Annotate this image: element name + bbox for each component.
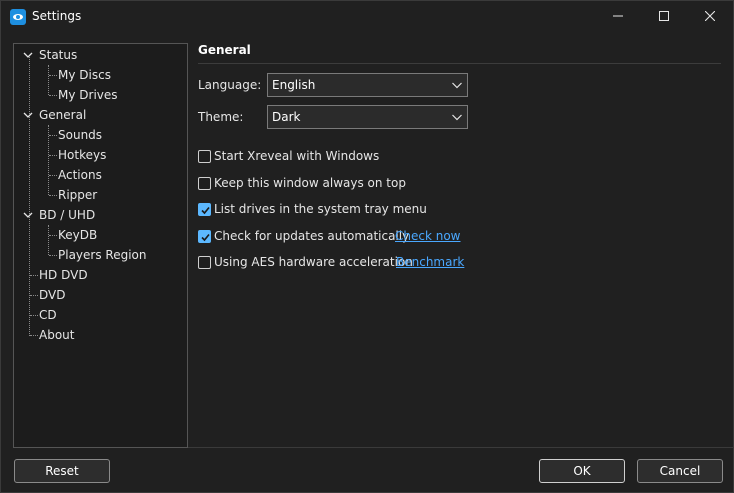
tree-item-about[interactable]: About [39, 325, 74, 345]
checkbox-checked[interactable] [198, 203, 211, 216]
ok-button[interactable]: OK [539, 459, 625, 483]
tree-branch-line-bd [48, 225, 49, 255]
tree-branch-line-status [48, 65, 49, 95]
option-label: Using AES hardware acceleration [214, 255, 413, 269]
close-button[interactable] [687, 1, 733, 32]
tree-hline [49, 95, 57, 96]
chevron-down-icon [452, 114, 462, 121]
cancel-button[interactable]: Cancel [637, 459, 723, 483]
tree-item-sounds[interactable]: Sounds [58, 125, 102, 145]
minimize-icon [613, 15, 623, 17]
checkbox[interactable] [198, 150, 211, 163]
tree-item-actions[interactable]: Actions [58, 165, 102, 185]
theme-select[interactable]: Dark [267, 105, 468, 129]
reset-button[interactable]: Reset [14, 459, 110, 483]
tree-item-hd-dvd[interactable]: HD DVD [39, 265, 88, 285]
checkbox[interactable] [198, 177, 211, 190]
language-value: English [272, 78, 316, 92]
bottom-divider [188, 447, 734, 448]
option-label: List drives in the system tray menu [214, 202, 427, 216]
tree-hline [49, 255, 57, 256]
app-eye-icon [10, 9, 26, 25]
tree-hline [30, 295, 38, 296]
minimize-button[interactable] [595, 1, 641, 32]
maximize-icon [659, 11, 669, 21]
option-label: Check for updates automatically [214, 229, 410, 243]
checkmark-icon [201, 233, 210, 242]
chevron-down-icon [23, 52, 33, 58]
tree-hline [49, 195, 57, 196]
tree-item-my-discs[interactable]: My Discs [58, 65, 111, 85]
tree-item-cd[interactable]: CD [39, 305, 57, 325]
checkmark-icon [201, 206, 210, 215]
tree-item-players-region[interactable]: Players Region [58, 245, 147, 265]
tree-item-keydb[interactable]: KeyDB [58, 225, 97, 245]
tree-hline [30, 275, 38, 276]
maximize-button[interactable] [641, 1, 687, 32]
tree-hline [49, 175, 57, 176]
benchmark-link[interactable]: Benchmark [396, 255, 464, 269]
tree-item-hotkeys[interactable]: Hotkeys [58, 145, 106, 165]
tree-hline [49, 235, 57, 236]
tree-item-status[interactable]: Status [39, 45, 77, 65]
settings-tree[interactable]: Status My Discs My Drives General Sounds… [13, 43, 188, 448]
close-icon [705, 11, 715, 21]
section-title: General [198, 43, 251, 57]
tree-item-general[interactable]: General [39, 105, 86, 125]
title-bar[interactable]: Settings [1, 1, 733, 32]
language-select[interactable]: English [267, 73, 468, 97]
theme-value: Dark [272, 110, 301, 124]
tree-item-ripper[interactable]: Ripper [58, 185, 97, 205]
option-label: Keep this window always on top [214, 176, 406, 190]
settings-window: Settings Status My Discs My Drives Gener… [0, 0, 734, 493]
chevron-down-icon [23, 212, 33, 218]
tree-item-bd-uhd[interactable]: BD / UHD [39, 205, 95, 225]
checkbox-checked[interactable] [198, 230, 211, 243]
language-label: Language: [198, 78, 262, 92]
tree-hline [49, 75, 57, 76]
window-title: Settings [32, 9, 82, 23]
chevron-down-icon [23, 112, 33, 118]
check-now-link[interactable]: Check now [395, 229, 461, 243]
option-label: Start Xreveal with Windows [214, 149, 380, 163]
tree-item-dvd[interactable]: DVD [39, 285, 65, 305]
tree-root-line [29, 55, 30, 336]
checkbox[interactable] [198, 256, 211, 269]
tree-hline [30, 335, 38, 336]
chevron-down-icon [452, 82, 462, 89]
tree-hline [49, 155, 57, 156]
section-divider [198, 63, 721, 64]
theme-label: Theme: [198, 110, 244, 124]
tree-hline [30, 315, 38, 316]
tree-item-my-drives[interactable]: My Drives [58, 85, 118, 105]
tree-hline [49, 135, 57, 136]
